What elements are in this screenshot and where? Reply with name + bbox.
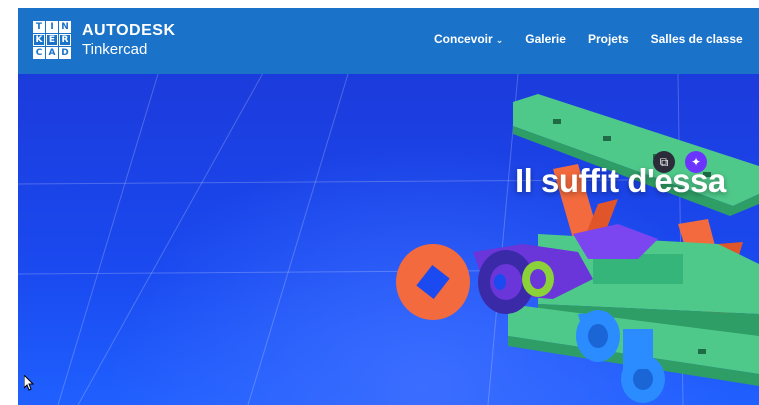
nav-item-label: Projets (587, 32, 629, 46)
copy-window-icon: ⧉ (659, 154, 669, 169)
nav-item-concevoir[interactable]: Concevoir ⌄ (434, 32, 503, 46)
browser-viewport: T I N K E R C A D AUTODESK Tinkercad Con… (18, 8, 759, 405)
nav-item-label: Salles de classe (650, 32, 743, 46)
logo-letter: N (59, 21, 71, 33)
logo-letter: K (33, 34, 45, 46)
logo-letter: E (46, 34, 58, 46)
logo-letter: A (46, 47, 58, 59)
logo-letter: R (59, 34, 71, 46)
top-navbar: T I N K E R C A D AUTODESK Tinkercad Con… (18, 8, 759, 74)
brand-autodesk: AUTODESK (82, 22, 176, 39)
nav-item-projets[interactable]: Projets (588, 32, 629, 46)
chevron-down-icon: ⌄ (495, 35, 504, 45)
logo-letter: D (59, 47, 71, 59)
logo-letter: I (46, 21, 58, 33)
hero-banner: Il suffit d'essa ⧉ ✦ (18, 74, 759, 405)
nav-item-label: Galerie (525, 32, 566, 46)
sparkle-ai-icon: ✦ (690, 155, 702, 169)
mouse-cursor-icon (24, 375, 34, 391)
copy-window-button[interactable]: ⧉ (653, 151, 675, 173)
logo-letter: T (33, 21, 45, 33)
logo-letter: C (33, 47, 45, 59)
nav-item-salles-de-classe[interactable]: Salles de classe (651, 32, 743, 46)
sparkle-ai-button[interactable]: ✦ (685, 151, 707, 173)
tinkercad-logo[interactable]: T I N K E R C A D (33, 21, 71, 60)
main-nav: Concevoir ⌄ Galerie Projets Salles de cla… (434, 32, 759, 46)
nav-item-label: Concevoir (434, 32, 493, 46)
toy-airplane-illustration (396, 94, 759, 403)
nav-item-galerie[interactable]: Galerie (525, 32, 566, 46)
brand-wordmark[interactable]: AUTODESK Tinkercad (82, 22, 176, 58)
brand-tinkercad: Tinkercad (82, 41, 148, 58)
